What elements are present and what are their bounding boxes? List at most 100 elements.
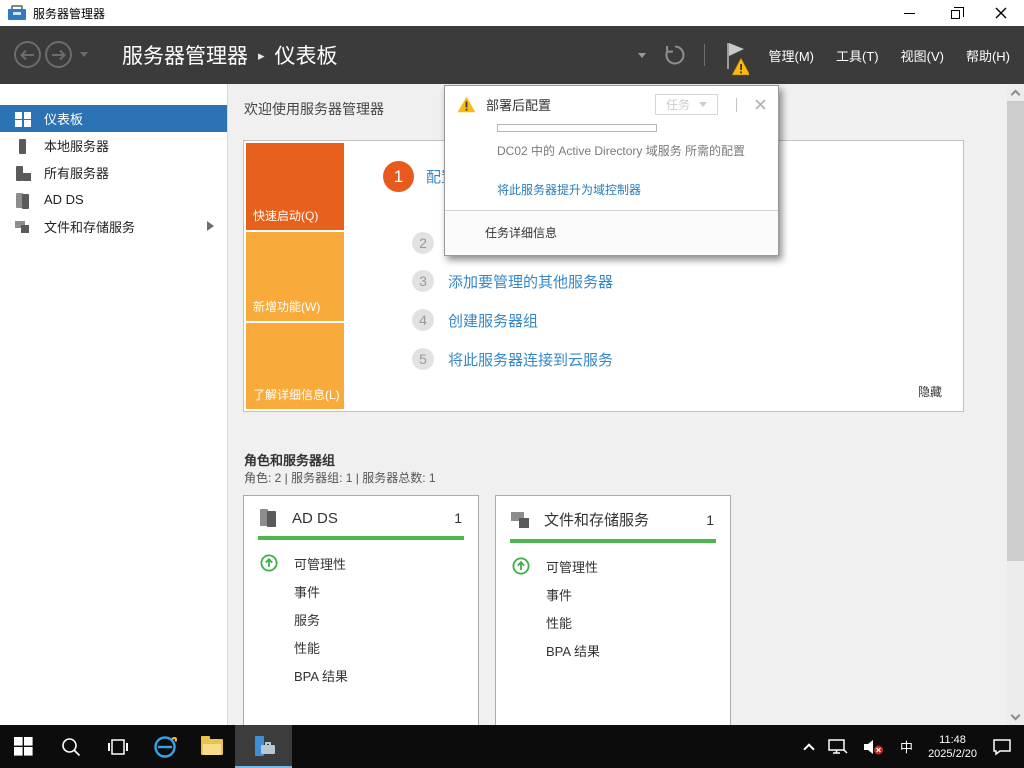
promote-to-domain-controller-link[interactable]: 将此服务器提升为域控制器 (497, 181, 766, 198)
close-button[interactable] (978, 0, 1024, 26)
hide-welcome-link[interactable]: 隐藏 (918, 383, 942, 400)
step-connect-cloud-services[interactable]: 5 将此服务器连接到云服务 (412, 348, 613, 370)
warning-triangle-icon (457, 96, 476, 113)
breadcrumb-root[interactable]: 服务器管理器 (122, 40, 248, 70)
notifications-flag-button[interactable] (723, 41, 750, 76)
card-item-label: 事件 (294, 584, 321, 600)
card-item-manageability[interactable]: 可管理性 (496, 552, 730, 580)
card-item-manageability[interactable]: 可管理性 (244, 549, 478, 577)
sidebar-item-all-servers[interactable]: 所有服务器 (0, 159, 227, 186)
menu-tools[interactable]: 工具(T) (834, 42, 881, 69)
card-item-label: BPA 结果 (294, 668, 348, 684)
step-link[interactable]: 创建服务器组 (448, 310, 538, 331)
file-explorer-button[interactable] (188, 725, 235, 768)
tile-quick-start[interactable]: 快速启动(Q) (246, 143, 344, 230)
file-explorer-icon (200, 735, 223, 755)
server-manager-taskbar-button[interactable] (235, 725, 292, 768)
network-icon[interactable] (828, 738, 848, 756)
task-view-icon (107, 738, 128, 755)
chevron-up-icon (1010, 89, 1021, 99)
up-arrow-status-icon (512, 557, 530, 575)
tile-label: 了解详细信息(L) (253, 388, 340, 402)
sidebar-item-label: 仪表板 (44, 112, 84, 127)
dismiss-notification-icon[interactable] (755, 99, 766, 110)
scroll-up-button[interactable] (1007, 84, 1024, 101)
clock-date: 2025/2/20 (928, 747, 977, 760)
warning-badge-icon (731, 57, 750, 76)
scrollbar-thumb[interactable] (1007, 101, 1024, 561)
breadcrumb-current: 仪表板 (274, 45, 338, 68)
notification-title: 部署后配置 (486, 98, 552, 113)
tray-show-hidden-icons-icon[interactable] (803, 742, 815, 755)
taskbar: 中 11:48 2025/2/20 (0, 725, 1024, 768)
card-title[interactable]: AD DS (292, 510, 338, 527)
sidebar-item-local-server[interactable]: 本地服务器 (0, 132, 227, 159)
minimize-icon (903, 12, 915, 14)
windows-logo-icon (14, 737, 33, 756)
minimize-button[interactable] (886, 0, 932, 26)
internet-explorer-button[interactable] (141, 725, 188, 768)
expand-arrow-icon[interactable] (207, 221, 214, 231)
restore-button[interactable] (932, 0, 978, 26)
window-title: 服务器管理器 (33, 6, 106, 21)
roles-section-heading: 角色和服务器组 (244, 453, 336, 468)
restore-icon (950, 6, 964, 19)
server-dropdown-icon[interactable] (637, 52, 646, 58)
card-item-label: 可管理性 (294, 556, 347, 572)
step-create-server-group[interactable]: 4 创建服务器组 (412, 309, 538, 331)
menu-help[interactable]: 帮助(H) (964, 42, 1012, 69)
volume-muted-icon[interactable] (863, 738, 885, 756)
vertical-scrollbar[interactable] (1007, 84, 1024, 725)
card-title[interactable]: 文件和存储服务 (544, 509, 649, 530)
post-deployment-notification: 部署后配置 任务 DC02 中的 Active Directory 域服务 所需… (444, 85, 779, 256)
scroll-down-button[interactable] (1007, 708, 1024, 725)
card-item-performance[interactable]: 性能 (496, 608, 730, 636)
card-item-services[interactable]: 服务 (244, 605, 478, 633)
step-number-badge: 3 (412, 270, 434, 292)
tile-label: 快速启动(Q) (253, 209, 319, 223)
sidebar-item-ad-ds[interactable]: AD DS (0, 186, 227, 213)
welcome-heading: 欢迎使用服务器管理器 (244, 101, 384, 117)
tile-label: 新增功能(W) (253, 300, 321, 314)
ime-indicator[interactable]: 中 (900, 737, 913, 756)
card-item-performance[interactable]: 性能 (244, 633, 478, 661)
sidebar-item-label: 文件和存储服务 (44, 220, 136, 235)
file-storage-icon (15, 219, 31, 235)
step-link[interactable]: 将此服务器连接到云服务 (448, 349, 613, 370)
task-dropdown-button[interactable]: 任务 (655, 94, 718, 115)
dashboard-icon (15, 111, 31, 127)
task-view-button[interactable] (94, 725, 141, 768)
menu-view[interactable]: 视图(V) (899, 42, 946, 69)
search-button[interactable] (47, 725, 94, 768)
forward-button[interactable] (45, 41, 72, 68)
start-button[interactable] (0, 725, 47, 768)
step-number-badge: 5 (412, 348, 434, 370)
up-arrow-status-icon (260, 554, 278, 572)
search-icon (61, 737, 80, 756)
step-link[interactable]: 添加要管理的其他服务器 (448, 271, 613, 292)
breadcrumb-separator-icon: ▸ (258, 48, 265, 63)
card-item-events[interactable]: 事件 (244, 577, 478, 605)
back-arrow-icon (20, 49, 34, 60)
card-server-count: 1 (706, 511, 714, 528)
menu-manage[interactable]: 管理(M) (767, 42, 817, 69)
tile-learn-more[interactable]: 了解详细信息(L) (246, 323, 344, 409)
card-item-bpa-results[interactable]: BPA 结果 (496, 636, 730, 664)
card-item-events[interactable]: 事件 (496, 580, 730, 608)
action-center-icon[interactable] (992, 738, 1012, 756)
tile-whats-new[interactable]: 新增功能(W) (246, 232, 344, 321)
local-server-icon (15, 138, 31, 154)
server-manager-app-icon (8, 5, 26, 21)
task-details-link[interactable]: 任务详细信息 (445, 210, 778, 255)
step-add-other-servers[interactable]: 3 添加要管理的其他服务器 (412, 270, 613, 292)
clock[interactable]: 11:48 2025/2/20 (928, 733, 977, 761)
history-dropdown-icon[interactable] (80, 52, 88, 57)
back-button[interactable] (14, 41, 41, 68)
sidebar-item-dashboard[interactable]: 仪表板 (0, 105, 227, 132)
card-ad-ds: AD DS 1 可管理性 事件 服务 性能 BPA 结果 (243, 495, 479, 727)
card-item-bpa-results[interactable]: BPA 结果 (244, 661, 478, 689)
refresh-icon[interactable] (664, 44, 686, 66)
step-number-badge: 4 (412, 309, 434, 331)
sidebar-item-file-storage[interactable]: 文件和存储服务 (0, 213, 227, 240)
forward-arrow-icon (52, 49, 66, 60)
